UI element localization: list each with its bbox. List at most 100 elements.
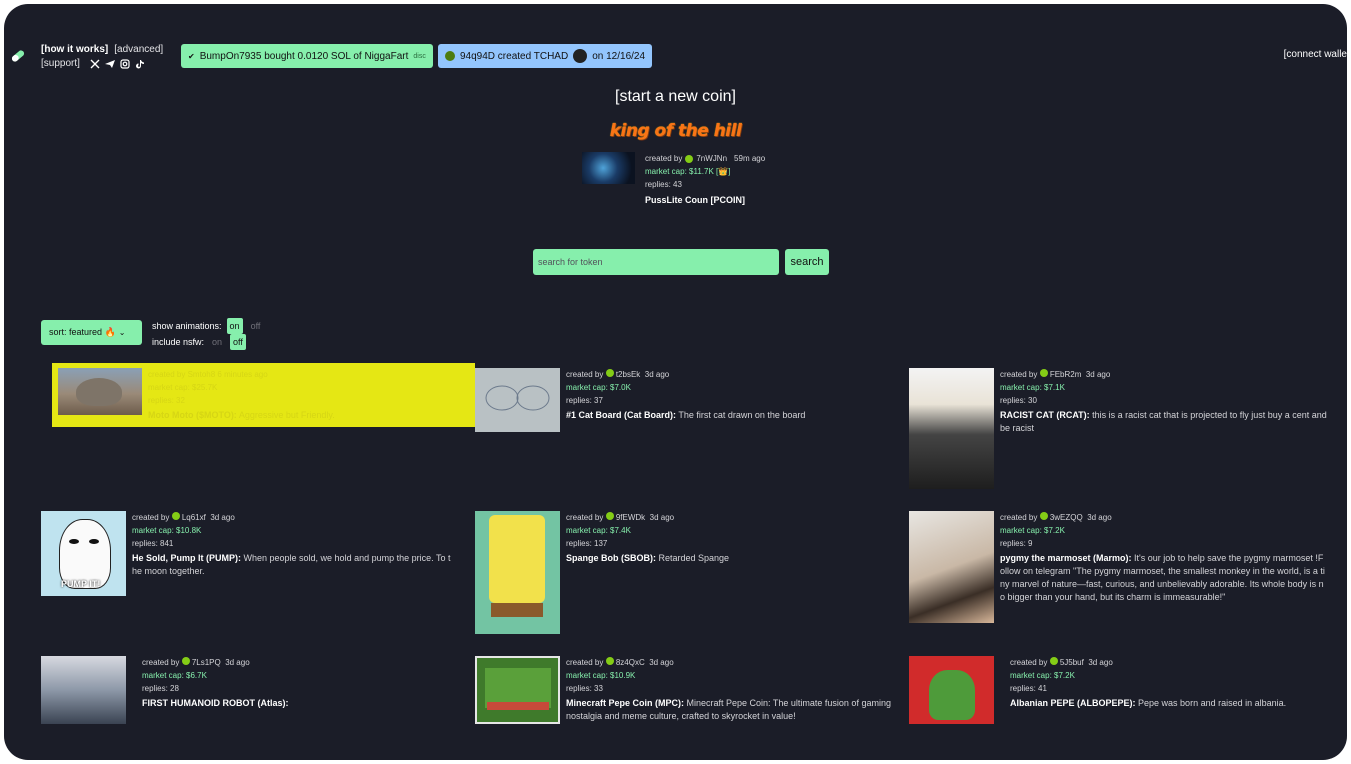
coin-thumbnail: [41, 656, 126, 724]
coin-card[interactable]: PUMP IT! created by Lq61xf 3d ago market…: [41, 511, 455, 596]
frog-avatar-icon: [171, 512, 180, 520]
created-age: 3d ago: [649, 513, 675, 522]
animations-off-toggle[interactable]: off: [248, 318, 264, 334]
coin-card[interactable]: created by 5J5buf 3d ago market cap: $7.…: [909, 656, 1327, 724]
coin-avatar-icon: [573, 49, 588, 63]
coin-card[interactable]: created by 8z4QxC 3d ago market cap: $10…: [475, 656, 895, 724]
include-nsfw-label: include nsfw:: [152, 337, 205, 347]
coin-card[interactable]: created by t2bsEk 3d ago market cap: $7.…: [475, 368, 895, 432]
create-ticker-text: 94q94D created TCHAD: [460, 50, 569, 62]
creator-link[interactable]: FEbR2m: [1050, 370, 1082, 379]
coin-thumbnail: [475, 511, 560, 634]
coin-name: He Sold, Pump It (PUMP):: [132, 553, 241, 563]
created-by-label: created by: [566, 370, 604, 379]
created-age: 59m ago: [734, 154, 766, 163]
creator-link[interactable]: 8z4QxC: [616, 658, 645, 667]
created-age: 3d ago: [1087, 513, 1112, 522]
coin-thumbnail: [909, 656, 994, 724]
social-links: [90, 59, 145, 69]
king-of-the-hill-card[interactable]: created by 7nWJNn 59m ago market cap: $1…: [582, 152, 765, 207]
created-age: 3d ago: [1088, 658, 1113, 667]
coin-name: pygmy the marmoset (Marmo):: [1000, 553, 1132, 563]
created-by-label: created by: [566, 513, 604, 522]
coin-name: Spange Bob (SBOB):: [566, 553, 656, 563]
support-link[interactable]: [support]: [41, 57, 80, 71]
coin-thumbnail: [909, 511, 994, 623]
coin-description: Retarded Spange: [656, 553, 730, 563]
pump-it-caption: PUMP IT!: [61, 579, 101, 589]
sort-dropdown[interactable]: sort: featured 🔥 ⌄: [41, 320, 142, 345]
frog-avatar-icon: [685, 154, 694, 163]
market-cap: market cap: $10.8K: [132, 526, 202, 535]
search-input[interactable]: [533, 249, 779, 275]
create-ticker-date: on 12/16/24: [592, 50, 646, 62]
coin-card[interactable]: created by FEbR2m 3d ago market cap: $7.…: [909, 368, 1327, 489]
nsfw-off-toggle[interactable]: off: [230, 334, 246, 350]
king-of-the-hill-title: king of the hill: [609, 121, 742, 141]
coin-card[interactable]: created by 3wEZQQ 3d ago market cap: $7.…: [909, 511, 1327, 623]
show-animations-label: show animations:: [152, 321, 222, 331]
coin-name: Moto Moto ($MOTO):: [148, 410, 237, 420]
creator-link[interactable]: Lq61xf: [182, 513, 206, 522]
created-by-label: created by: [148, 370, 186, 379]
x-icon[interactable]: [90, 59, 100, 69]
market-cap: market cap: $6.7K: [142, 671, 207, 680]
tiktok-icon[interactable]: [135, 59, 145, 69]
coin-card[interactable]: created by 9fEWDk 3d ago market cap: $7.…: [475, 511, 895, 634]
how-it-works-link[interactable]: [how it works]: [41, 43, 108, 57]
created-age: 3d ago: [210, 513, 235, 522]
replies-count: replies: 33: [566, 684, 603, 693]
created-age: 3d ago: [644, 370, 670, 379]
coin-card[interactable]: created by Smtoh8 6 minutes ago market c…: [52, 363, 475, 427]
nsfw-on-toggle[interactable]: on: [209, 334, 225, 350]
creator-link[interactable]: 3wEZQQ: [1050, 513, 1083, 522]
user-avatar-icon: [445, 51, 455, 61]
frog-avatar-icon: [605, 657, 614, 665]
created-age: 3d ago: [1085, 370, 1111, 379]
coin-name: Albanian PEPE (ALBOPEPE):: [1010, 698, 1136, 708]
market-cap: market cap: $7.2K: [1000, 526, 1065, 535]
frog-avatar-icon: [1049, 657, 1058, 665]
market-cap: market cap: $7.2K: [1010, 671, 1075, 680]
replies-count: replies: 43: [645, 180, 682, 189]
created-by-label: created by: [1000, 370, 1038, 379]
animations-on-toggle[interactable]: on: [226, 318, 243, 334]
connect-wallet-button[interactable]: [connect walle: [1284, 49, 1347, 60]
creator-link[interactable]: Smtoh8: [188, 370, 216, 379]
frog-avatar-icon: [181, 657, 190, 665]
coin-description: The first cat drawn on the board: [676, 410, 806, 420]
replies-count: replies: 137: [566, 539, 608, 548]
market-cap: market cap: $7.0K: [566, 383, 631, 392]
coin-thumbnail: [475, 368, 560, 432]
top-nav: [how it works] [advanced] [support]: [41, 43, 163, 71]
pill-logo-icon[interactable]: [10, 48, 26, 64]
creator-link[interactable]: 5J5buf: [1060, 658, 1084, 667]
coin-description: Aggressive but Friendly.: [236, 410, 335, 420]
replies-count: replies: 841: [132, 539, 174, 548]
coin-card[interactable]: created by 7Ls1PQ 3d ago market cap: $6.…: [41, 656, 455, 724]
created-by-label: created by: [132, 513, 170, 522]
market-cap: market cap: $11.7K [: [645, 167, 719, 176]
replies-count: replies: 28: [142, 684, 179, 693]
created-age: 3d ago: [225, 658, 250, 667]
replies-count: replies: 30: [1000, 396, 1037, 405]
coin-thumbnail: [909, 368, 994, 489]
creator-link[interactable]: 7Ls1PQ: [192, 658, 221, 667]
advanced-link[interactable]: [advanced]: [114, 43, 163, 57]
frog-avatar-icon: [1039, 369, 1048, 377]
creator-link[interactable]: 7nWJNn: [696, 152, 727, 165]
start-new-coin-link[interactable]: [start a new coin]: [4, 88, 1347, 106]
created-by-label: created by: [1010, 658, 1048, 667]
search-button[interactable]: search: [785, 249, 829, 275]
created-by-label: created by: [142, 658, 180, 667]
instagram-icon[interactable]: [120, 59, 130, 69]
sort-label: sort: featured 🔥: [49, 327, 116, 337]
trade-ticker[interactable]: ✔ BumpOn7935 bought 0.0120 SOL of NiggaF…: [181, 44, 433, 68]
create-ticker[interactable]: 94q94D created TCHAD on 12/16/24: [438, 44, 653, 68]
check-icon: ✔: [188, 51, 195, 61]
crown-icon: 👑: [718, 167, 729, 176]
created-by-label: created by: [1000, 513, 1038, 522]
telegram-icon[interactable]: [104, 59, 115, 69]
creator-link[interactable]: 9fEWDk: [616, 513, 645, 522]
creator-link[interactable]: t2bsEk: [616, 370, 640, 379]
